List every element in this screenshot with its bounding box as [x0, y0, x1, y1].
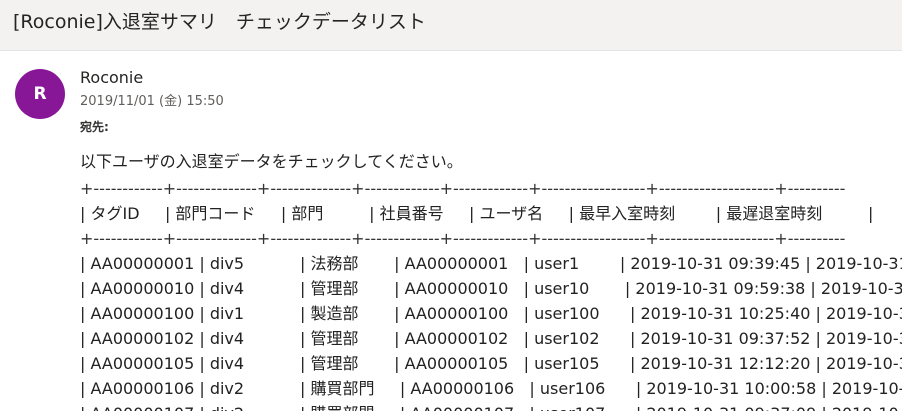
sent-date: 2019/11/01 (金) 15:50: [80, 94, 224, 109]
message-intro: 以下ユーザの入退室データをチェックしてください。: [80, 152, 463, 171]
table-row: | AA00000100 | div1 | 製造部 | AA00000100 |…: [80, 304, 902, 323]
table-header-row: | タグID | 部門コード | 部門 | 社員番号 | ユーザ名 | 最早入室…: [80, 204, 874, 223]
table-row: | AA00000106 | div2 | 購買部門 | AA00000106 …: [80, 379, 902, 398]
table-border-top: +------------+--------------+-----------…: [80, 179, 846, 198]
subject-bar: [Roconie]入退室サマリ チェックデータリスト: [0, 0, 902, 51]
sender-name[interactable]: Roconie: [80, 67, 143, 89]
table-border-mid: +------------+--------------+-----------…: [80, 229, 846, 248]
table-row: | AA00000102 | div4 | 管理部 | AA00000102 |…: [80, 329, 902, 348]
text-table: +------------+--------------+-----------…: [80, 178, 902, 411]
sender-avatar[interactable]: R: [15, 69, 65, 119]
recipient-label: 宛先:: [80, 120, 109, 134]
table-row: | AA00000010 | div4 | 管理部 | AA00000010 |…: [80, 279, 902, 298]
table-row: | AA00000107 | div2 | 購買部門 | AA00000107 …: [80, 403, 902, 411]
table-row: | AA00000105 | div4 | 管理部 | AA00000105 |…: [80, 354, 902, 373]
table-row: | AA00000001 | div5 | 法務部 | AA00000001 |…: [80, 254, 902, 273]
email-subject: [Roconie]入退室サマリ チェックデータリスト: [13, 11, 426, 33]
